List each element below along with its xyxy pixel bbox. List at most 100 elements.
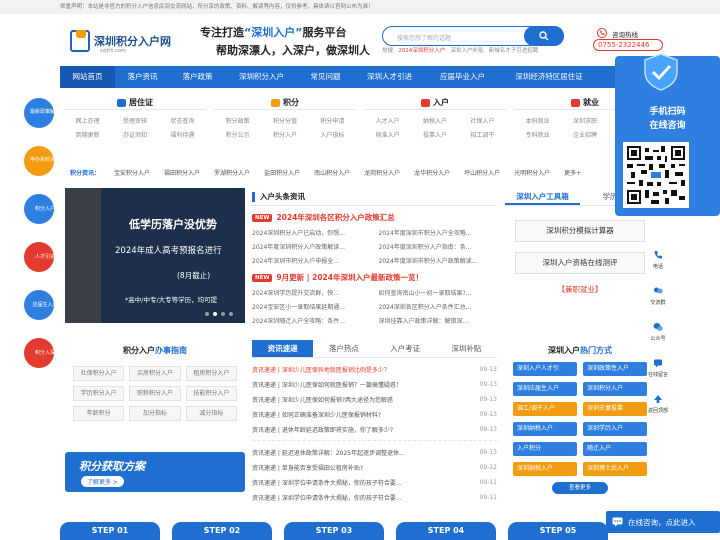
step-tab[interactable]: STEP 03 (284, 522, 384, 540)
news-link[interactable]: 深圳挂靠入户政策详解：解锁深... (379, 316, 498, 325)
list-item[interactable]: 资讯速递 | 延迟退休政策详解：2025年起逐步调整退休... 09-13 (252, 445, 497, 460)
list-item[interactable]: 资讯速递 | 深圳少儿医保异地就医报销比例是多少？ 09-13 (252, 362, 497, 377)
nav-item-policy[interactable]: 落户政策 (170, 66, 225, 88)
category-link[interactable]: 企业招聘 (561, 130, 608, 139)
category-link[interactable]: 积分公示 (214, 130, 261, 139)
hot-method-item[interactable]: 深圳政策性入户 (583, 362, 647, 376)
hot-method-item[interactable]: 深圳学历入户 (583, 422, 647, 436)
news-link[interactable]: 2024年度深圳积分入户政策解读... (252, 242, 371, 251)
sidebar-item-policy[interactable]: 最新政策解读 (24, 98, 60, 128)
guide-item[interactable]: 减分指标 (185, 406, 237, 421)
step-tab[interactable]: STEP 05 (508, 522, 608, 540)
sidebar-item-graduate[interactable]: 应届生入户 (24, 290, 58, 320)
district-link[interactable]: 盐田积分入户 (264, 168, 300, 177)
logo-icon[interactable] (70, 30, 90, 52)
sidebar-item-materials[interactable]: 申办资料清单 (24, 146, 60, 176)
district-link[interactable]: 宝安积分入户 (114, 168, 150, 177)
guide-item[interactable]: 社保积分入户 (73, 366, 125, 381)
carousel-dot[interactable] (213, 312, 217, 316)
view-more-button[interactable]: 查看更多 (552, 482, 608, 494)
promo-banner[interactable]: 低学历落户没优势 2024年成人高考预报名进行 (8月截止) *高中/中专/大专… (65, 188, 245, 323)
logo-text[interactable]: 深圳积分入户网 (94, 33, 171, 49)
news-link[interactable]: 2024年度深圳积分入户指南：条... (379, 242, 498, 251)
category-link[interactable]: 核准入户 (364, 130, 411, 139)
rail-phone[interactable]: 电话 (645, 250, 671, 270)
nav-item-talent[interactable]: 深圳人才引进 (353, 66, 426, 88)
news-link[interactable]: 2024深圳学历提升交流群，快... (252, 288, 371, 297)
nav-item-home[interactable]: 网站首页 (60, 66, 115, 88)
rail-message[interactable]: 在线留言 (645, 358, 671, 378)
district-link[interactable]: 坪山积分入户 (464, 168, 500, 177)
hot-method-item[interactable]: 调工/调干入户 (513, 402, 577, 416)
hot-method-item[interactable]: 深圳纳税入户 (513, 462, 577, 476)
category-link[interactable]: 积分入户 (261, 130, 308, 139)
category-link[interactable]: 纳税入户 (411, 116, 458, 125)
guide-item[interactable]: 租房积分入户 (185, 366, 237, 381)
online-consult-bar[interactable]: 在线咨询，点此进入 (606, 511, 720, 533)
category-link[interactable]: 入户指标 (309, 130, 356, 139)
list-item[interactable]: 资讯速递 | 深圳少儿医保如何就医报销？一篇搞懂疑惑！ 09-13 (252, 377, 497, 392)
sidebar-item-talent[interactable]: 人才引进 (24, 242, 55, 272)
qr-consult-panel[interactable]: 手机扫码 在线咨询 (615, 53, 720, 216)
category-link[interactable]: 积分政策 (214, 116, 261, 125)
news-link[interactable]: 2024宝安区小一录取结果延期通... (252, 302, 371, 311)
guide-item[interactable]: 学历积分入户 (73, 386, 125, 401)
tab-subsidies[interactable]: 深圳补贴 (436, 340, 497, 357)
rail-group[interactable]: 交流群 (645, 286, 671, 306)
step-tab[interactable]: STEP 04 (396, 522, 496, 540)
hot-search-item[interactable]: 2024深圳积分入户 (398, 48, 445, 54)
category-link[interactable]: 积分分值 (261, 116, 308, 125)
more-link[interactable]: 更多+ (564, 168, 581, 177)
list-item[interactable]: 资讯速递 | 退休年龄延迟政策即将实施，你了解多少? 09-13 (252, 422, 497, 437)
news-link[interactable]: 2024深圳随迁入户全攻略：条件... (252, 316, 371, 325)
news-link[interactable]: 2024深圳积分入户已启动，你想... (252, 228, 371, 237)
guide-item[interactable]: 技能积分入户 (185, 386, 237, 401)
points-calculator-button[interactable]: 深圳积分模拟计算器 (515, 220, 645, 242)
guide-item[interactable]: 加分指标 (129, 406, 181, 421)
news-link[interactable]: 2024年度深圳市积分入户政策解读... (379, 256, 498, 265)
tab-news-flash[interactable]: 资讯速递 (252, 340, 314, 357)
step-tab[interactable]: STEP 01 (60, 522, 160, 540)
learn-more-button[interactable]: 了解更多 > (81, 476, 124, 487)
news-link[interactable]: 如何查询南山小一初一录取结果?... (379, 288, 498, 297)
category-link[interactable]: 专科就业 (514, 130, 561, 139)
hot-search-item[interactable]: 新域名才子引进招聘 (489, 48, 539, 54)
district-link[interactable]: 龙华积分入户 (414, 168, 450, 177)
category-link[interactable]: 福利待遇 (159, 130, 206, 139)
category-link[interactable]: 社保入户 (459, 116, 506, 125)
tab-hot-topics[interactable]: 落户热点 (313, 340, 374, 357)
carousel-dot[interactable] (205, 312, 209, 316)
nav-item-graduate[interactable]: 应届毕业入户 (426, 66, 499, 88)
news-link[interactable]: 2024年度深圳市积分入户全攻略... (379, 228, 498, 237)
guide-item[interactable]: 职称积分入户 (129, 386, 181, 401)
tab-certificates[interactable]: 入户考证 (375, 340, 436, 357)
category-link[interactable]: 办证须知 (111, 130, 158, 139)
category-link[interactable]: 积分申请 (309, 116, 356, 125)
hot-method-item[interactable]: 深圳积分入户 (583, 382, 647, 396)
search-button[interactable] (524, 26, 564, 46)
category-link[interactable]: 深圳求职 (561, 116, 608, 125)
category-link[interactable]: 受理审核 (111, 116, 158, 125)
rail-official-account[interactable]: 公众号 (645, 322, 671, 342)
district-link[interactable]: 福田积分入户 (164, 168, 200, 177)
carousel-dot[interactable] (221, 312, 225, 316)
hot-search-item[interactable]: 深圳入户补贴 (451, 48, 484, 54)
list-item[interactable]: 资讯速递 | 单身能否享受福田公租房补贴? 09-12 (252, 460, 497, 475)
part-time-job-link[interactable]: 【兼职就业】 (515, 280, 645, 302)
rail-back-to-top[interactable]: 返回顶部 (645, 394, 671, 414)
nav-item-faq[interactable]: 常见问题 (298, 66, 353, 88)
hot-method-item[interactable]: 入户积分 (513, 442, 577, 456)
news-link[interactable]: 2024深圳各区积分入户条件汇总... (379, 302, 498, 311)
district-link[interactable]: 罗湖积分入户 (214, 168, 250, 177)
category-link[interactable]: 到期更新 (64, 130, 111, 139)
category-link[interactable]: 招工调干 (459, 130, 506, 139)
sidebar-item-points-entry[interactable]: 积分入深 (24, 338, 55, 368)
news-feature-title[interactable]: NEW 2024年深圳各区积分入户政策汇总 (252, 212, 497, 223)
hot-method-item[interactable]: 深圳纳税入户 (513, 422, 577, 436)
news-link[interactable]: 2024年深圳市积分入户申报全... (252, 256, 371, 265)
hot-method-item[interactable]: 深圳入户人才引 (513, 362, 577, 376)
list-item[interactable]: 资讯速递 | 深圳学位申请条件大揭秘，你的孩子符合要... 09-11 (252, 490, 497, 505)
category-link[interactable]: 人才入户 (364, 116, 411, 125)
list-item[interactable]: 资讯速递 | 深圳少儿医保如何报销?两大途径为您解惑 09-13 (252, 392, 497, 407)
district-link[interactable]: 光明积分入户 (514, 168, 550, 177)
